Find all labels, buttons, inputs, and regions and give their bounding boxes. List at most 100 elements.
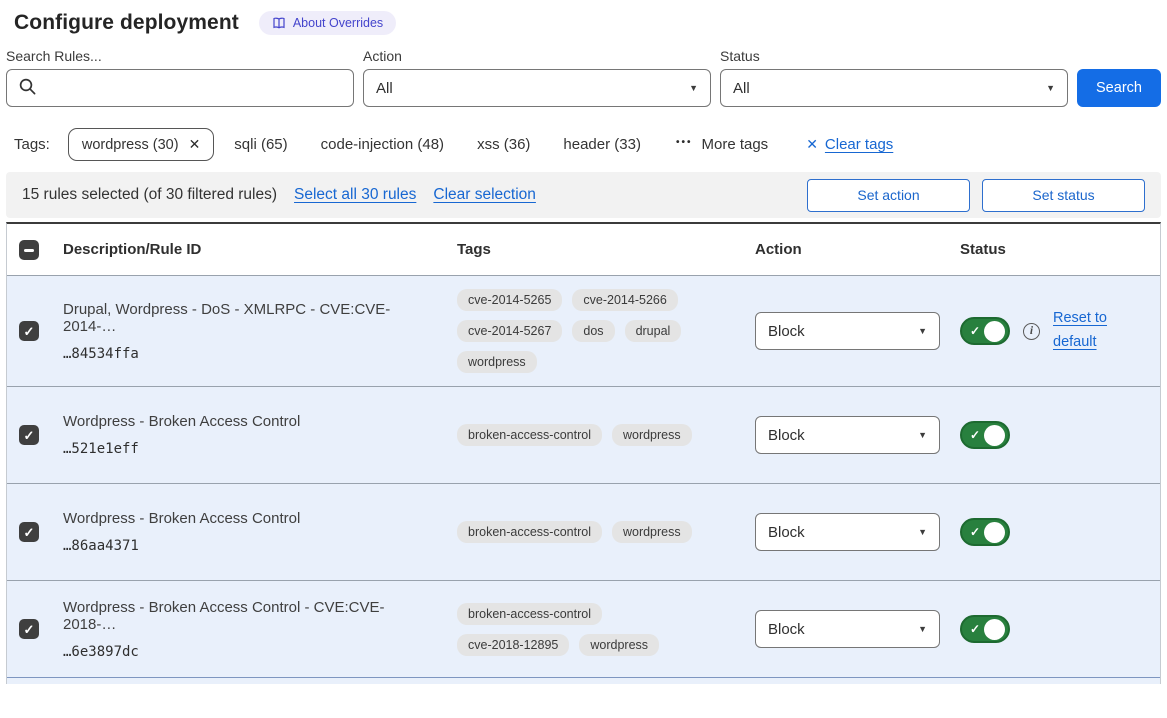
toggle-knob (984, 321, 1005, 342)
row-checkbox[interactable]: ✓ (19, 321, 39, 341)
select-all-link[interactable]: Select all 30 rules (294, 186, 416, 204)
action-filter-select[interactable]: All ▼ (363, 69, 711, 107)
clear-selection-link[interactable]: Clear selection (433, 186, 536, 204)
search-icon (19, 78, 36, 99)
rule-tag-chip: dos (572, 320, 614, 342)
selected-tag-label: wordpress (30) (82, 137, 179, 153)
selection-bar: 15 rules selected (of 30 filtered rules)… (6, 172, 1161, 218)
about-overrides-badge[interactable]: About Overrides (259, 11, 396, 35)
clear-icon: ✕ (806, 136, 818, 153)
search-input-wrapper (6, 69, 354, 107)
rule-id: …84534ffa (63, 346, 435, 362)
search-rules-label: Search Rules... (6, 48, 354, 64)
toggle-knob (984, 619, 1005, 640)
more-tags-button[interactable]: ••• More tags (676, 136, 768, 153)
checkmark-icon: ✓ (24, 325, 35, 338)
search-input[interactable] (44, 80, 341, 97)
rules-table: Description/Rule ID Tags Action Status ✓… (6, 222, 1161, 684)
rule-tag-chip: wordpress (612, 521, 692, 543)
rule-action-value: Block (768, 427, 805, 444)
clear-tags-label: Clear tags (825, 136, 893, 153)
checkmark-icon: ✓ (24, 526, 35, 539)
rule-action-select[interactable]: Block ▼ (755, 312, 940, 350)
column-description: Description/Rule ID (57, 241, 457, 258)
table-row: ✓ Wordpress - Broken Access Control …86a… (7, 483, 1160, 580)
chevron-down-icon: ▼ (918, 430, 927, 440)
table-row: ✓ Drupal, Wordpress - DoS - XMLRPC - CVE… (7, 275, 1160, 386)
info-icon[interactable]: i (1023, 323, 1040, 340)
rule-id: …6e3897dc (63, 644, 435, 660)
set-status-button[interactable]: Set status (982, 179, 1145, 212)
rule-action-value: Block (768, 524, 805, 541)
status-toggle[interactable]: ✓ (960, 615, 1010, 643)
rule-tag-chip: broken-access-control (457, 603, 602, 625)
status-filter-value: All (733, 80, 750, 97)
rule-action-value: Block (768, 323, 805, 340)
rule-description: Wordpress - Broken Access Control - CVE:… (63, 599, 435, 633)
row-checkbox[interactable]: ✓ (19, 619, 39, 639)
rule-tags: broken-access-controlwordpress (457, 424, 719, 446)
rule-id: …521e1eff (63, 441, 435, 457)
selected-tag-chip[interactable]: wordpress (30) ✕ (68, 128, 214, 161)
tag-filter[interactable]: sqli (65) (234, 136, 287, 153)
chevron-down-icon: ▼ (918, 326, 927, 336)
row-checkbox[interactable]: ✓ (19, 522, 39, 542)
rule-action-value: Block (768, 621, 805, 638)
toggle-knob (984, 522, 1005, 543)
checkmark-icon: ✓ (970, 324, 980, 338)
search-button[interactable]: Search (1077, 69, 1161, 107)
page-title: Configure deployment (14, 11, 239, 35)
reset-to-default-link[interactable]: Reset to default (1053, 307, 1119, 355)
rule-action-select[interactable]: Block ▼ (755, 610, 940, 648)
checkmark-icon: ✓ (970, 428, 980, 442)
chevron-down-icon: ▼ (918, 527, 927, 537)
tag-filter[interactable]: header (33) (563, 136, 641, 153)
toggle-knob (984, 425, 1005, 446)
set-action-button[interactable]: Set action (807, 179, 970, 212)
status-toggle[interactable]: ✓ (960, 421, 1010, 449)
rule-tag-chip: cve-2018-12895 (457, 634, 569, 656)
clear-tags-button[interactable]: ✕ Clear tags (806, 136, 893, 153)
more-tags-label: More tags (701, 136, 768, 153)
chevron-down-icon: ▼ (689, 83, 698, 93)
rule-tags: cve-2014-5265cve-2014-5266cve-2014-5267d… (457, 289, 719, 373)
page-header: Configure deployment About Overrides (6, 0, 1161, 35)
tags-list: sqli (65) code-injection (48) xss (36) head… (234, 136, 641, 153)
column-status: Status (960, 241, 1160, 258)
rule-action-select[interactable]: Block ▼ (755, 416, 940, 454)
column-tags: Tags (457, 241, 755, 258)
status-toggle[interactable]: ✓ (960, 317, 1010, 345)
table-row: ✓ Wordpress - Broken Access Control …521… (7, 386, 1160, 483)
rule-tags: broken-access-controlcve-2018-12895wordp… (457, 603, 719, 656)
checkmark-icon: ✓ (970, 622, 980, 636)
rule-tag-chip: wordpress (457, 351, 537, 373)
status-toggle[interactable]: ✓ (960, 518, 1010, 546)
filter-bar: Search Rules... Action All ▼ Status (6, 48, 1161, 107)
status-filter-label: Status (720, 48, 1068, 64)
status-filter-select[interactable]: All ▼ (720, 69, 1068, 107)
tags-label: Tags: (14, 136, 50, 153)
selection-summary: 15 rules selected (of 30 filtered rules) (22, 186, 277, 204)
rule-id: …86aa4371 (63, 538, 435, 554)
rule-description: Wordpress - Broken Access Control (63, 510, 435, 527)
tag-filter[interactable]: xss (36) (477, 136, 530, 153)
checkmark-icon: ✓ (970, 525, 980, 539)
rule-tag-chip: broken-access-control (457, 424, 602, 446)
ellipsis-icon: ••• (676, 137, 693, 148)
tag-filter[interactable]: code-injection (48) (321, 136, 444, 153)
select-all-checkbox[interactable] (19, 240, 39, 260)
column-action: Action (755, 241, 960, 258)
rule-action-select[interactable]: Block ▼ (755, 513, 940, 551)
table-header: Description/Rule ID Tags Action Status (7, 224, 1160, 275)
action-filter-value: All (376, 80, 393, 97)
table-body: ✓ Drupal, Wordpress - DoS - XMLRPC - CVE… (7, 275, 1160, 677)
row-checkbox[interactable]: ✓ (19, 425, 39, 445)
tags-bar: Tags: wordpress (30) ✕ sqli (65) code-inj… (6, 128, 1161, 161)
rule-tag-chip: drupal (625, 320, 682, 342)
checkmark-icon: ✓ (24, 429, 35, 442)
rule-tag-chip: cve-2014-5267 (457, 320, 562, 342)
rule-tag-chip: broken-access-control (457, 521, 602, 543)
chevron-down-icon: ▼ (918, 624, 927, 634)
chevron-down-icon: ▼ (1046, 83, 1055, 93)
remove-tag-icon[interactable]: ✕ (189, 136, 201, 153)
